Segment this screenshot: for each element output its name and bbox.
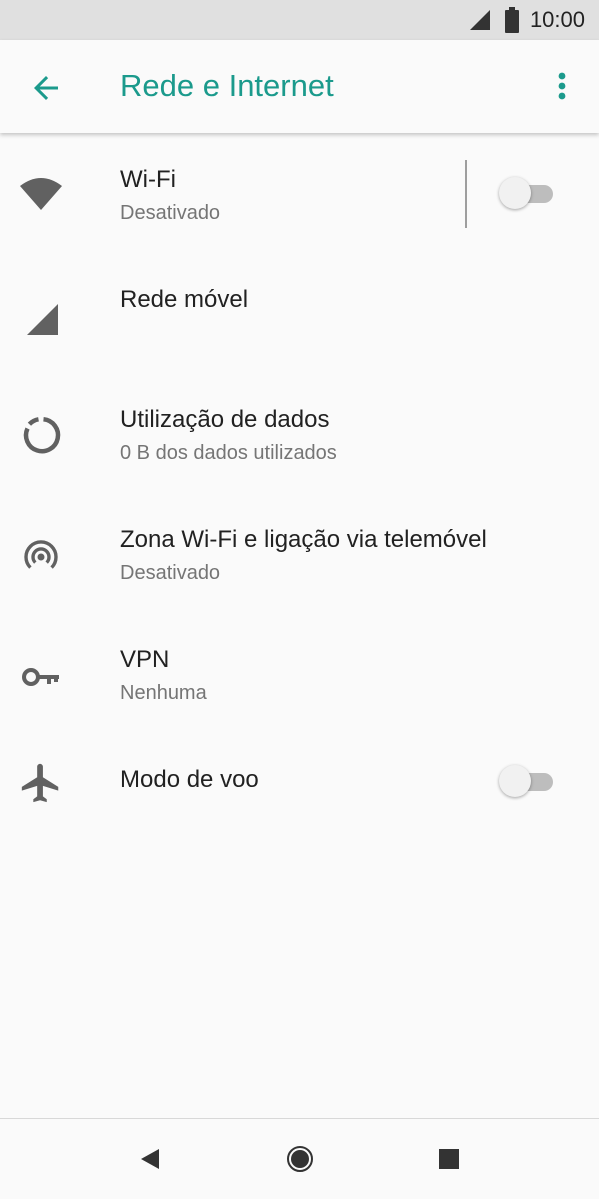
vpn-summary: Nenhuma <box>120 682 207 704</box>
airplane-icon <box>21 763 59 803</box>
nav-recents-button[interactable] <box>431 1141 467 1177</box>
wifi-toggle[interactable] <box>499 176 555 210</box>
page-title: Rede e Internet <box>120 68 334 103</box>
mobile-network-title: Rede móvel <box>120 286 249 313</box>
airplane-toggle[interactable] <box>499 764 555 798</box>
data-usage-title: Utilização de dados <box>120 406 330 433</box>
back-button[interactable] <box>28 70 64 106</box>
data-usage-icon <box>23 417 61 454</box>
nav-back-icon <box>141 1149 159 1169</box>
wifi-divider <box>465 160 467 228</box>
status-time: 10:00 <box>529 7 585 32</box>
arrow-back-icon <box>34 76 58 100</box>
setting-airplane-mode[interactable]: Modo de voo <box>0 750 599 820</box>
airplane-toggle-thumb <box>499 765 531 797</box>
signal-icon <box>469 10 490 30</box>
more-vert-icon <box>558 72 566 100</box>
vpn-key-icon <box>22 668 59 686</box>
nav-back-button[interactable] <box>132 1141 168 1177</box>
vpn-title: VPN <box>120 646 170 673</box>
hotspot-icon <box>24 540 58 569</box>
setting-data-usage[interactable]: Utilização de dados 0 B dos dados utiliz… <box>0 390 599 480</box>
wifi-summary: Desativado <box>120 202 221 224</box>
status-bar: 10:00 <box>0 0 599 40</box>
data-usage-summary: 0 B dos dados utilizados <box>120 442 337 464</box>
navigation-bar <box>0 1118 599 1199</box>
airplane-title: Modo de voo <box>120 766 259 793</box>
hotspot-summary: Desativado <box>120 562 221 584</box>
wifi-title: Wi-Fi <box>120 166 176 193</box>
nav-recents-icon <box>439 1149 459 1169</box>
status-icons: 10:00 <box>468 6 585 34</box>
wifi-toggle-thumb <box>499 177 531 209</box>
app-bar: Rede e Internet <box>0 40 599 133</box>
setting-wifi[interactable]: Wi-Fi Desativado <box>0 150 599 240</box>
more-options-button[interactable] <box>548 68 576 104</box>
battery-icon <box>504 7 519 33</box>
setting-mobile-network[interactable]: Rede móvel <box>0 270 599 360</box>
setting-vpn[interactable]: VPN Nenhuma <box>0 630 599 720</box>
nav-home-button[interactable] <box>282 1141 318 1177</box>
hotspot-title: Zona Wi-Fi e ligação via telemóvel <box>120 526 487 553</box>
nav-home-icon <box>287 1146 313 1172</box>
wifi-icon <box>20 178 62 210</box>
setting-hotspot[interactable]: Zona Wi-Fi e ligação via telemóvel Desat… <box>0 510 599 600</box>
cell-signal-icon <box>27 304 58 335</box>
